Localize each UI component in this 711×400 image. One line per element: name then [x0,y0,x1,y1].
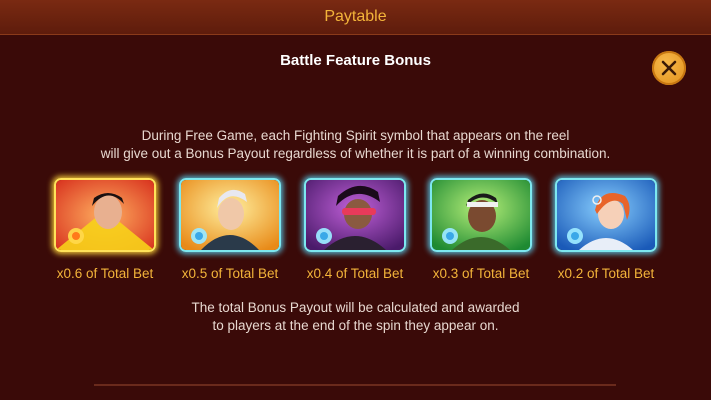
note-line-2: to players at the end of the spin they a… [212,318,499,333]
symbol-item-4: x0.3 of Total Bet [416,178,546,281]
symbol-tile [430,178,532,252]
symbol-item-5: x0.2 of Total Bet [541,178,671,281]
fighter-visor-icon [306,180,404,250]
note-line-1: The total Bonus Payout will be calculate… [191,300,520,315]
close-button[interactable] [652,51,686,85]
symbol-item-1: x0.6 of Total Bet [40,178,170,281]
close-icon [661,60,677,76]
fighter-redhead-icon [557,180,655,250]
paytable-title: Paytable [324,8,387,25]
payout-label: x0.5 of Total Bet [181,266,279,281]
payout-label: x0.4 of Total Bet [306,266,404,281]
bonus-note: The total Bonus Payout will be calculate… [0,299,711,335]
payout-label: x0.6 of Total Bet [56,266,154,281]
fighter-yellow-icon [56,180,154,250]
payout-label: x0.3 of Total Bet [432,266,530,281]
section-title: Battle Feature Bonus [280,52,431,69]
description-line-2: will give out a Bonus Payout regardless … [100,146,611,161]
header-bar: Paytable [0,0,711,35]
fighter-headband-icon [432,180,530,250]
symbol-item-3: x0.4 of Total Bet [290,178,420,281]
feature-description: During Free Game, each Fighting Spirit s… [0,127,711,163]
symbol-tile [304,178,406,252]
payout-label: x0.2 of Total Bet [557,266,655,281]
scroll-divider [94,384,616,386]
symbol-row: x0.6 of Total Bet x0.5 of Total Bet x0.4… [0,178,711,288]
symbol-tile [54,178,156,252]
symbol-item-2: x0.5 of Total Bet [165,178,295,281]
symbol-tile [555,178,657,252]
fighter-white-hair-icon [181,180,279,250]
description-line-1: During Free Game, each Fighting Spirit s… [141,128,570,143]
symbol-tile [179,178,281,252]
